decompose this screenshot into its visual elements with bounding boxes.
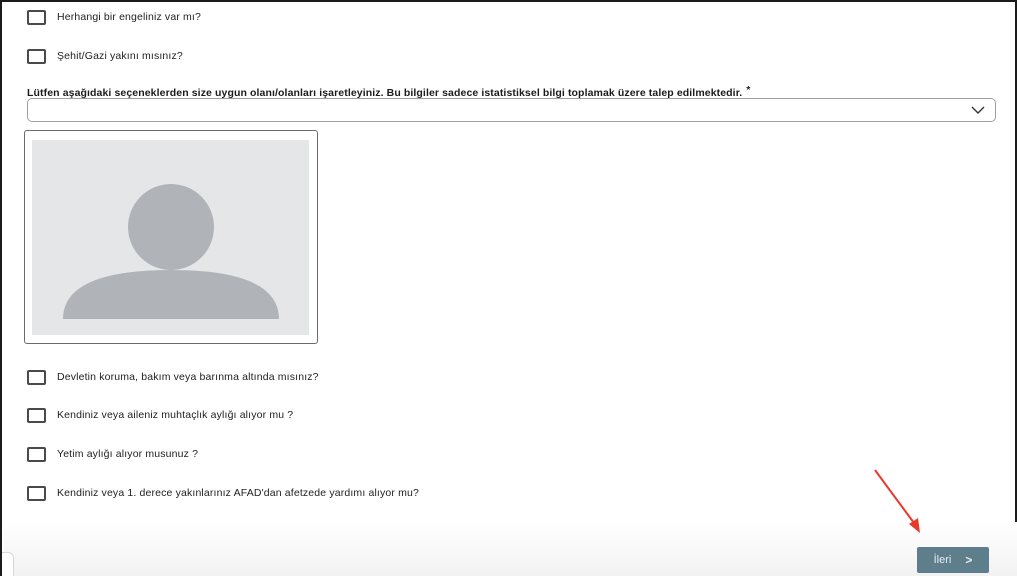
poverty-allowance-checkbox[interactable] [27, 407, 46, 423]
orphan-allowance-checkbox-row[interactable]: Yetim aylığı alıyor musunuz ? [27, 444, 198, 464]
state-protection-checkbox-row[interactable]: Devletin koruma, bakım veya barınma altı… [27, 367, 319, 387]
profile-photo-card[interactable] [24, 130, 318, 344]
poverty-allowance-checkbox-row[interactable]: Kendiniz veya aileniz muhtaçlık aylığı a… [27, 405, 293, 425]
form-page: Herhangi bir engeliniz var mı? Şehit/Gaz… [0, 0, 1017, 576]
afad-aid-checkbox-row[interactable]: Kendiniz veya 1. derece yakınlarınız AFA… [27, 483, 419, 503]
state-protection-checkbox-label: Devletin koruma, bakım veya barınma altı… [57, 371, 319, 383]
afad-aid-checkbox[interactable] [27, 485, 46, 501]
chevron-down-icon [971, 106, 985, 114]
disability-checkbox-row[interactable]: Herhangi bir engeliniz var mı? [27, 7, 201, 27]
martyr-veteran-checkbox-label: Şehit/Gazi yakını mısınız? [57, 50, 183, 62]
footer-left-edge [2, 552, 14, 576]
statistics-question: Lütfen aşağıdaki seçeneklerden size uygu… [27, 85, 750, 99]
disability-checkbox[interactable] [27, 9, 46, 25]
next-button[interactable]: İleri > [917, 547, 989, 573]
chevron-right-icon: > [965, 553, 973, 567]
person-placeholder-icon [63, 184, 279, 319]
next-button-label: İleri [933, 554, 952, 566]
martyr-veteran-checkbox-row[interactable]: Şehit/Gazi yakını mısınız? [27, 46, 183, 66]
disability-checkbox-label: Herhangi bir engeliniz var mı? [57, 11, 201, 23]
statistics-options-select[interactable] [27, 98, 996, 122]
orphan-allowance-checkbox[interactable] [27, 446, 46, 462]
required-mark: * [746, 85, 751, 96]
afad-aid-checkbox-label: Kendiniz veya 1. derece yakınlarınız AFA… [57, 487, 419, 499]
orphan-allowance-checkbox-label: Yetim aylığı alıyor musunuz ? [57, 448, 199, 460]
footer-bar [4, 522, 1017, 576]
poverty-allowance-checkbox-label: Kendiniz veya aileniz muhtaçlık aylığı a… [57, 409, 294, 421]
state-protection-checkbox[interactable] [27, 369, 46, 385]
profile-photo-placeholder [32, 140, 309, 335]
martyr-veteran-checkbox[interactable] [27, 48, 46, 64]
